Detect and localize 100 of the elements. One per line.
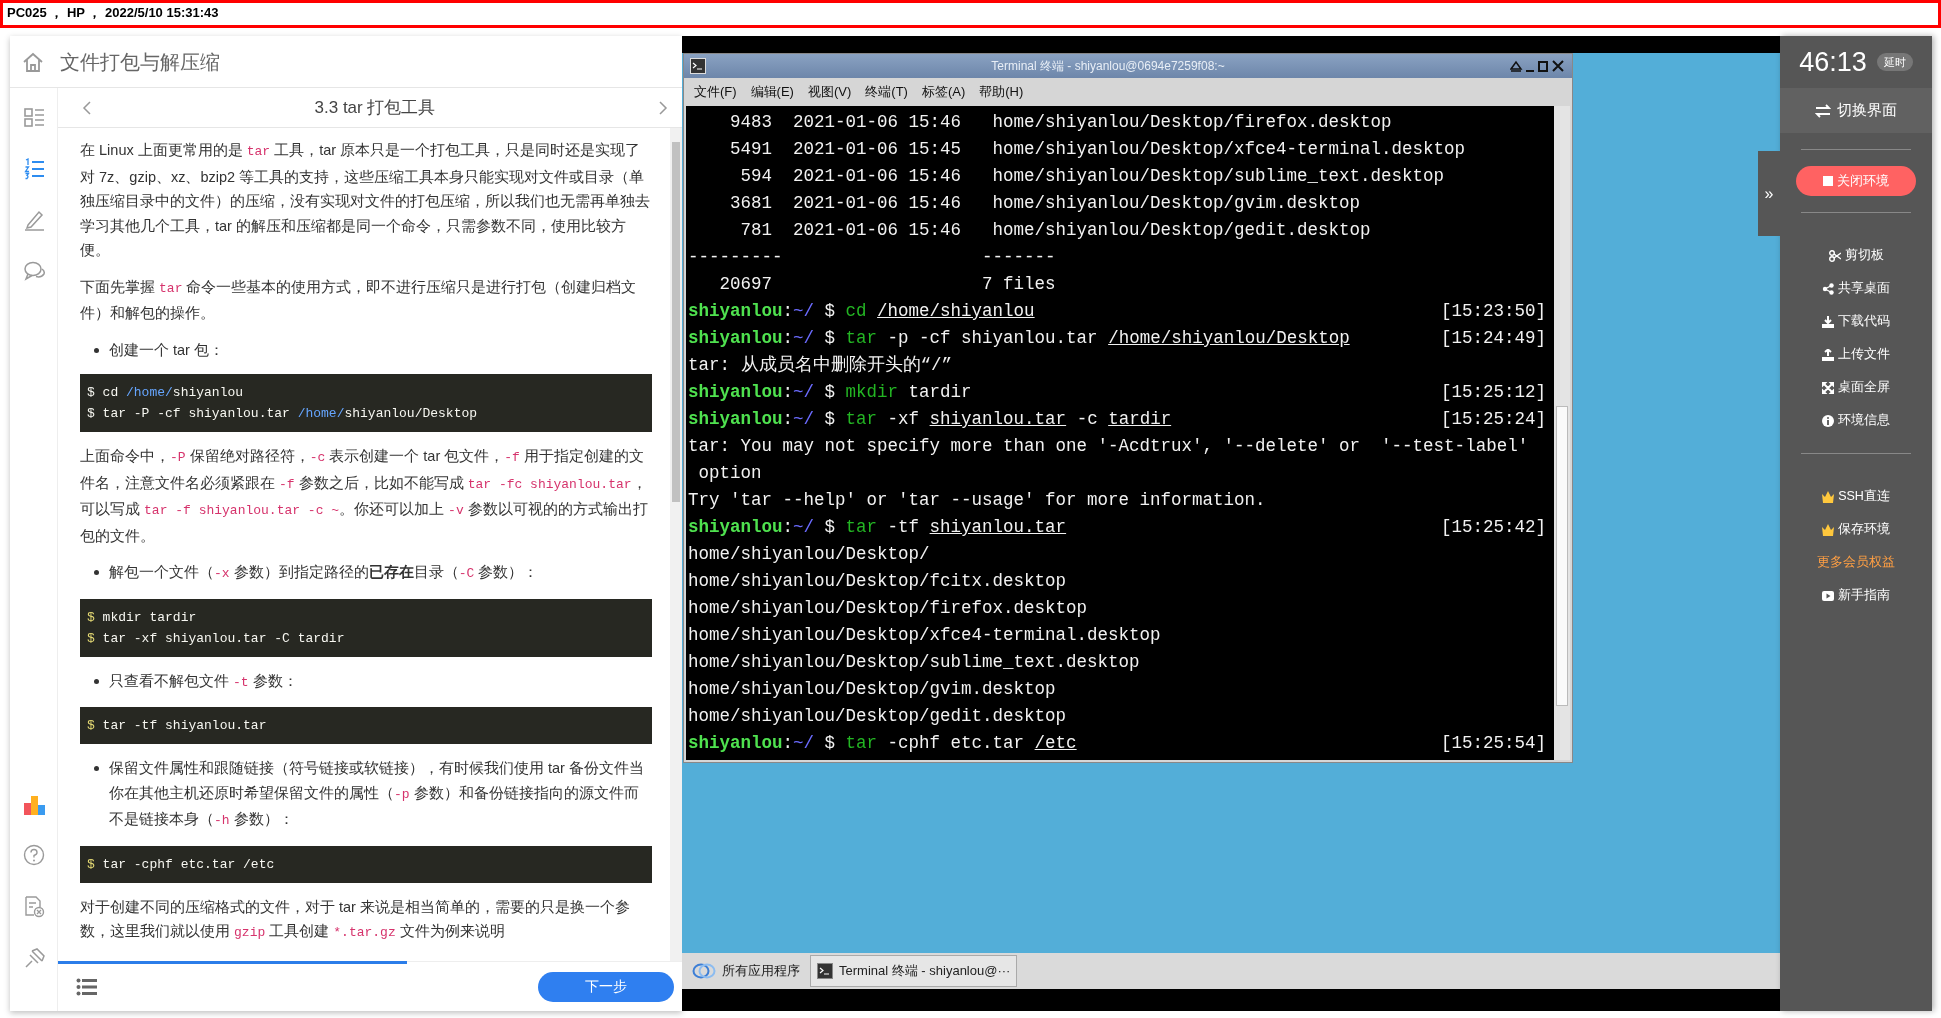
terminal-line: 20697 7 files [718, 273, 1057, 296]
chevron-right-icon [658, 100, 668, 115]
list-button[interactable] [76, 977, 98, 996]
crown-icon [1822, 523, 1834, 536]
timestamp: [15:25:12] [1440, 381, 1547, 404]
sidebar-item[interactable]: 环境信息 [1818, 404, 1894, 437]
upload-icon [1822, 348, 1834, 361]
sidebar-item[interactable]: 新手指南 [1818, 579, 1894, 612]
taskbar-window-button[interactable]: Terminal 终端 - shiyanlou@··· [810, 955, 1018, 987]
list-item-text: 保留文件属性和跟随链接（符号链接或软链接），有时候我们使用 tar 备份文件当你在其他主机还原时希望保留文件的属性（-p 参数）和备份链接指向的源文件而不是链接本身（-h 参数）： [109, 759, 645, 830]
sidebar-item[interactable]: 桌面全屏 [1818, 371, 1894, 404]
bullet-icon [94, 766, 99, 771]
pencil-icon [22, 208, 45, 231]
pencil-tab[interactable] [22, 208, 45, 231]
sidebar-item[interactable]: 共享桌面 [1818, 272, 1894, 305]
expand-tab[interactable]: » [1758, 151, 1780, 236]
numbered-list-tab[interactable] [22, 157, 45, 180]
sidebar-item[interactable]: SSH直连 [1818, 480, 1894, 513]
terminal-line: shiyanlou:~/ $ cd /home/shiyanlou [688, 300, 1036, 323]
switch-view-button[interactable]: 切换界面 [1780, 88, 1932, 133]
sidebar-item[interactable]: 保存环境 [1818, 513, 1894, 546]
chat-bubbles-tab[interactable] [22, 259, 45, 282]
menu-item[interactable]: 终端(T) [865, 82, 908, 102]
terminal-line: 3681 2021-01-06 15:46 home/shiyanlou/Desktop/gvim.desktop [729, 192, 1362, 215]
code-block: $ tar -tf shiyanlou.tar [80, 707, 652, 744]
terminal-line: home/shiyanlou/Desktop/gedit.desktop [688, 705, 1068, 728]
chevron-left-icon [82, 100, 92, 115]
paragraph: 下面先掌握 tar 命令一些基本的使用方式，即不进行压缩只是进行打包（创建归档文件）和解包的操作。 [80, 277, 638, 323]
crown-icon [1822, 490, 1835, 503]
scrollbar[interactable] [1554, 106, 1570, 760]
window-controls-icon [1510, 59, 1566, 73]
terminal-line: shiyanlou:~/ $ mkdir tardir [688, 381, 973, 404]
terminal-line: home/shiyanlou/Desktop/firefox.desktop [688, 597, 1089, 620]
timestamp: [15:23:50] [1440, 300, 1547, 323]
paragraph: 对于创建不同的压缩格式的文件，对于 tar 来说是相当简单的，需要的只是换一个参数，这里我们就以使用 gzip 工具创建 *.tar.gz 文件为例来说明 [80, 897, 631, 942]
fullscreen-icon [1822, 381, 1834, 394]
terminal-line: shiyanlou:~/ $ tar -cphf etc.tar /etc [688, 732, 1078, 755]
help-tab[interactable] [22, 844, 45, 867]
terminal-line: option [697, 462, 763, 485]
home-icon [22, 50, 44, 73]
video-icon [1822, 589, 1834, 602]
swap-arrows-icon [1815, 103, 1831, 118]
stop-icon [1823, 176, 1833, 186]
sidebar-item[interactable]: 下载代码 [1818, 305, 1894, 338]
terminal-line: home/shiyanlou/Desktop/gvim.desktop [688, 678, 1057, 701]
section-title: 3.3 tar 打包工具 [314, 96, 436, 119]
list-icon [76, 977, 98, 996]
previous-button[interactable] [82, 100, 92, 115]
share-icon [1822, 282, 1834, 295]
paragraph: 在 Linux 上面更常用的是 tar 工具，tar 原本只是一个打包工具，只是同时还是实现了对 7z、gzip、xz、bzip2 等工具的支持，这些压缩工具本身只能实现对文件或目录（单独压缩目录中的文件）的压缩，没有实现对文件的打包压缩，所以我们也无需再单独去学习其他几个工具，tar 的解压和压缩都是同一个命令，只需参数不同，使用比较方便。 [80, 141, 651, 260]
terminal-line: 5491 2021-01-06 15:45 home/shiyanlou/Desktop/xfce4-terminal.desktop [729, 138, 1467, 161]
paragraph: 上面命令中，-P 保留绝对路径符，-c 表示创建一个 tar 包文件，-f 用于指定创建的文件名，注意文件名必须紧跟在 -f 参数之后，比如不能写成 tar -fc shiyanlou.tar，可以写成 tar -f shiyanlou.tar -c ~。你还可以加上 -v 参数以可视的的方式输出打包的文件。 [80, 447, 649, 546]
code-block: $ mkdir tardir $ tar -xf shiyanlou.tar -C tardir [80, 598, 652, 657]
applications-menu-button[interactable]: 所有应用程序 [686, 955, 806, 987]
terminal-line: home/shiyanlou/Desktop/fcitx.desktop [688, 570, 1068, 593]
list-item-text: 创建一个 tar 包： [109, 340, 224, 360]
podium-icon [22, 793, 45, 816]
timestamp: [15:25:54] [1440, 732, 1547, 755]
code-block: $ cd /home/shiyanlou $ tar -P -cf shiyanlou.tar /home/shiyanlou/Desktop [80, 374, 652, 432]
timestamp: [15:25:42] [1440, 516, 1547, 539]
menu-item[interactable]: 文件(F) [694, 82, 737, 102]
terminal-line: home/shiyanlou/Desktop/sublime_text.desktop [688, 651, 1141, 674]
status-text: PC025 ， HP ， 2022/5/10 15:31:43 [0, 0, 1941, 28]
menu-item[interactable]: 帮助(H) [979, 82, 1024, 102]
course-title: 文件打包与解压缩 [60, 49, 220, 75]
sidebar-item[interactable]: 剪切板 [1824, 239, 1888, 272]
document-tab[interactable] [22, 895, 45, 918]
scissors-icon [1828, 249, 1841, 262]
numbered-list-icon [22, 157, 45, 180]
code-block: $ tar -cphf etc.tar /etc [80, 845, 652, 883]
bullet-icon [94, 347, 99, 353]
menu-item[interactable]: 视图(V) [807, 82, 852, 102]
menu-item[interactable]: 标签(A) [921, 82, 966, 102]
catalog-tab[interactable] [22, 106, 45, 129]
terminal-line: shiyanlou:~/ $ tar -tf shiyanlou.tar [688, 516, 1068, 539]
timestamp: [15:25:24] [1440, 408, 1547, 431]
info-icon [1822, 414, 1834, 427]
terminal-line: tar: You may not specify more than one '-Acdtrux', '--delete' or '--test-label' [688, 435, 1530, 458]
document-icon [22, 895, 45, 918]
membership-link[interactable]: 更多会员权益 [1813, 546, 1899, 579]
terminal-line: home/shiyanlou/Desktop/ [688, 543, 931, 566]
terminal-line: home/shiyanlou/Desktop/xfce4-terminal.desktop [688, 624, 1162, 647]
menu-item[interactable]: 编辑(E) [750, 82, 794, 102]
terminal-line: 594 2021-01-06 15:46 home/shiyanlou/Desktop/sublime_text.desktop [739, 165, 1446, 188]
terminal-line: shiyanlou:~/ $ tar -xf shiyanlou.tar -c tardir [688, 408, 1173, 431]
timestamp: [15:24:49] [1440, 327, 1547, 350]
podium-tab[interactable] [22, 793, 45, 816]
window-title: Terminal 终端 - shiyanlou@0694e7259f08:~ [990, 58, 1226, 75]
terminal-line: tar: 从成员名中删除开头的“/” [688, 354, 953, 377]
download-icon [1822, 315, 1834, 328]
terminal-line: shiyanlou:~/ $ tar -p -cf shiyanlou.tar /home/shiyanlou/Desktop [688, 327, 1351, 350]
sidebar-item[interactable]: 上传文件 [1818, 338, 1894, 371]
scrollbar[interactable] [670, 128, 682, 961]
extend-badge[interactable]: 延时 [1876, 52, 1913, 72]
terminal-icon [690, 58, 706, 74]
help-icon [22, 844, 45, 867]
next-arrow-button[interactable] [658, 100, 668, 115]
list-item-text: 解包一个文件（-x 参数）到指定路径的已存在目录（-C 参数）： [109, 563, 539, 583]
next-step-button[interactable]: 下一步 [538, 971, 674, 1002]
terminal-icon [817, 963, 833, 979]
